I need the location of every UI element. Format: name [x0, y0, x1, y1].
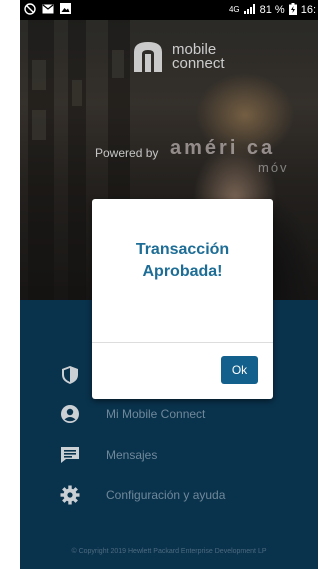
- transaction-approved-dialog: Transacción Aprobada! Ok: [92, 199, 273, 399]
- dialog-title-line2: Aprobada!: [142, 263, 223, 280]
- dialog-divider: [92, 342, 273, 343]
- status-bar: 4G 81 % 16:: [20, 0, 318, 20]
- dialog-title: Transacción Aprobada!: [92, 239, 273, 283]
- dialog-title-line1: Transacción: [135, 241, 230, 258]
- image-icon: [60, 3, 71, 17]
- status-left-icons: [20, 2, 71, 18]
- battery-percent: 81 %: [259, 4, 285, 16]
- network-type: 4G: [228, 5, 240, 14]
- ok-button[interactable]: Ok: [221, 356, 258, 384]
- status-right-icons: 4G 81 % 16:: [228, 2, 318, 18]
- clock: 16:: [300, 4, 316, 16]
- battery-icon: [288, 2, 297, 18]
- signal-icon: [243, 3, 256, 17]
- do-not-disturb-icon: [24, 2, 36, 18]
- mail-icon: [42, 4, 54, 17]
